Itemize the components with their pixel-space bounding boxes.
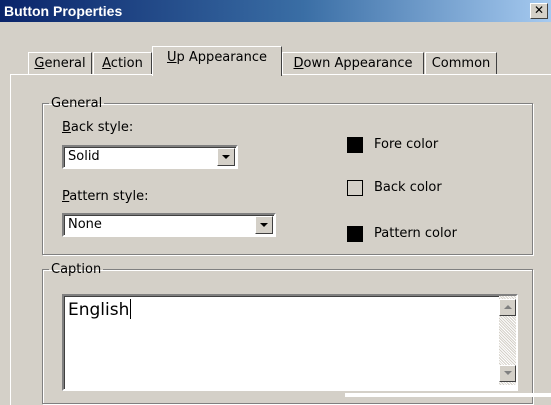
tab-down-appearance-accel: D [293, 56, 304, 71]
window-title: Button Properties [4, 3, 123, 19]
caption-scrollbar[interactable] [499, 296, 516, 385]
pattern-color-label: Pattern color [374, 226, 457, 241]
pattern-color-swatch[interactable] [347, 226, 363, 242]
general-legend: General [51, 96, 103, 111]
title-bar: Button Properties ✕ [0, 0, 551, 22]
tab-general-accel: G [34, 56, 45, 71]
scroll-up-icon[interactable] [499, 299, 516, 316]
tab-up-appearance-label: p Appearance [176, 50, 267, 65]
tab-action[interactable]: Action [93, 52, 152, 75]
caption-legend: Caption [51, 262, 102, 277]
caption-textarea[interactable]: English [62, 294, 518, 391]
back-style-accel: B [62, 120, 71, 135]
pattern-style-text: attern style: [69, 189, 149, 204]
fore-color-label: Fore color [374, 137, 439, 152]
tab-down-appearance-label: own Appearance [303, 56, 413, 71]
fore-color-swatch[interactable] [347, 137, 363, 153]
caption-text: English [68, 300, 130, 320]
chevron-down-icon[interactable] [255, 216, 273, 234]
tab-action-label: ction [110, 56, 143, 71]
tab-general-label: eneral [44, 56, 86, 71]
back-style-value: Solid [68, 149, 100, 164]
tab-action-accel: A [102, 56, 111, 71]
back-color-label: Back color [374, 180, 442, 195]
back-style-label: Back style: [62, 120, 133, 135]
tab-down-appearance[interactable]: Down Appearance [282, 52, 424, 75]
tab-common-label: Common [431, 56, 491, 71]
text-caret [130, 299, 131, 319]
back-style-select[interactable]: Solid [62, 145, 238, 169]
tab-up-appearance-accel: U [167, 50, 177, 65]
back-color-swatch[interactable] [347, 180, 363, 196]
back-style-text: ack style: [70, 120, 134, 135]
pattern-style-label: Pattern style: [62, 189, 148, 204]
tab-up-appearance[interactable]: Up Appearance [152, 46, 282, 76]
bottom-edge [345, 393, 551, 397]
chevron-down-icon[interactable] [217, 148, 235, 166]
pattern-style-value: None [68, 217, 102, 232]
pattern-style-select[interactable]: None [62, 213, 276, 237]
tab-general[interactable]: General [28, 52, 92, 75]
close-button[interactable]: ✕ [530, 3, 548, 19]
scroll-down-icon[interactable] [499, 365, 516, 382]
tab-common[interactable]: Common [425, 52, 497, 75]
close-icon: ✕ [533, 3, 545, 17]
